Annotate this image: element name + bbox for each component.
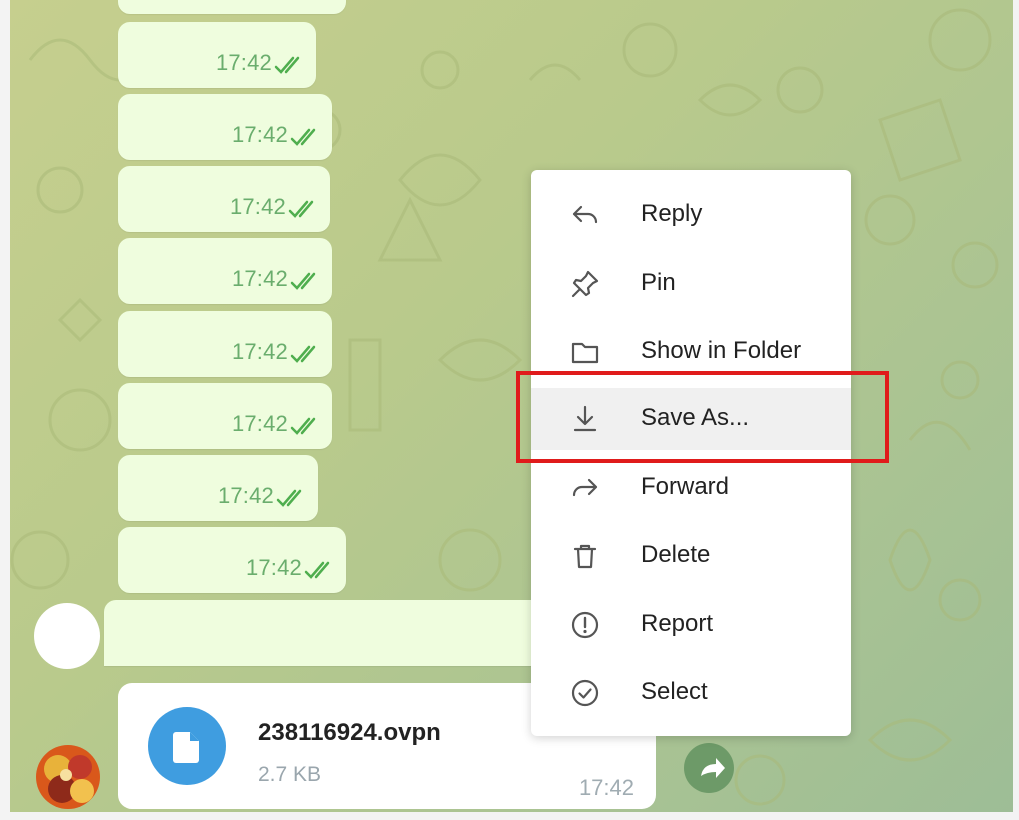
read-ticks-icon <box>290 417 316 435</box>
menu-item-forward[interactable]: Forward <box>531 457 851 519</box>
message-time: 17:42 <box>231 339 288 364</box>
pin-icon <box>571 270 599 298</box>
menu-item-label: Select <box>641 678 708 705</box>
read-ticks-icon <box>290 128 316 146</box>
file-name[interactable]: 238116924.ovpn <box>258 719 441 747</box>
message-bubble[interactable]: 17:42 <box>118 455 318 521</box>
read-ticks-icon <box>304 561 330 579</box>
forward-arrow-icon <box>701 758 725 778</box>
file-download-button[interactable] <box>148 707 226 785</box>
message-bubble[interactable]: 17:42 <box>118 166 330 232</box>
message-time: 17:42 <box>231 411 288 436</box>
annotation-highlight-box <box>516 371 889 463</box>
menu-item-report[interactable]: Report <box>531 594 851 656</box>
message-bubble[interactable] <box>118 0 346 14</box>
message-bubble[interactable] <box>104 600 544 666</box>
report-icon <box>571 611 599 639</box>
menu-item-delete[interactable]: Delete <box>531 525 851 587</box>
message-bubble[interactable]: 17:42 <box>118 383 332 449</box>
message-time: 17:42 <box>231 122 288 147</box>
trash-icon <box>573 544 597 569</box>
menu-item-label: Report <box>641 610 714 637</box>
message-bubble[interactable]: 17:42 <box>118 238 332 304</box>
message-time: 17:42 <box>215 50 272 75</box>
menu-item-pin[interactable]: Pin <box>531 253 851 315</box>
forward-icon <box>572 478 598 497</box>
read-ticks-icon <box>288 200 314 218</box>
message-time: 17:42 <box>229 194 286 219</box>
message-time: 17:42 <box>231 266 288 291</box>
document-icon <box>173 732 199 763</box>
message-time: 17:42 <box>245 555 302 580</box>
menu-item-label: Delete <box>641 541 711 568</box>
window-border <box>0 812 1019 820</box>
menu-item-reply[interactable]: Reply <box>531 184 851 246</box>
message-bubble[interactable]: 17:42 <box>118 94 332 160</box>
menu-item-label: Forward <box>641 473 730 500</box>
read-ticks-icon <box>290 345 316 363</box>
menu-item-label: Pin <box>641 269 676 296</box>
read-ticks-icon <box>290 272 316 290</box>
window-border <box>1013 0 1019 820</box>
menu-item-select[interactable]: Select <box>531 662 851 724</box>
menu-item-label: Show in Folder <box>641 337 802 364</box>
forward-message-button[interactable] <box>684 743 734 793</box>
message-bubble[interactable]: 17:42 <box>118 311 332 377</box>
file-size: 2.7 KB <box>258 763 322 786</box>
message-bubble[interactable]: 17:42 <box>118 22 316 88</box>
message-bubble[interactable]: 17:42 <box>118 527 346 593</box>
chat-background: 17:42 17:42 17:42 17:42 17:42 17:42 17:4… <box>0 0 1019 820</box>
user-avatar-image <box>36 745 100 809</box>
avatar[interactable] <box>34 603 100 669</box>
menu-item-label: Reply <box>641 200 703 227</box>
window-border <box>0 0 10 820</box>
avatar[interactable] <box>36 745 100 809</box>
message-time: 17:42 <box>578 775 634 800</box>
read-ticks-icon <box>274 56 300 74</box>
message-time: 17:42 <box>217 483 274 508</box>
folder-icon <box>571 342 599 364</box>
select-check-icon <box>571 679 599 707</box>
read-ticks-icon <box>276 489 302 507</box>
reply-icon <box>572 205 598 224</box>
